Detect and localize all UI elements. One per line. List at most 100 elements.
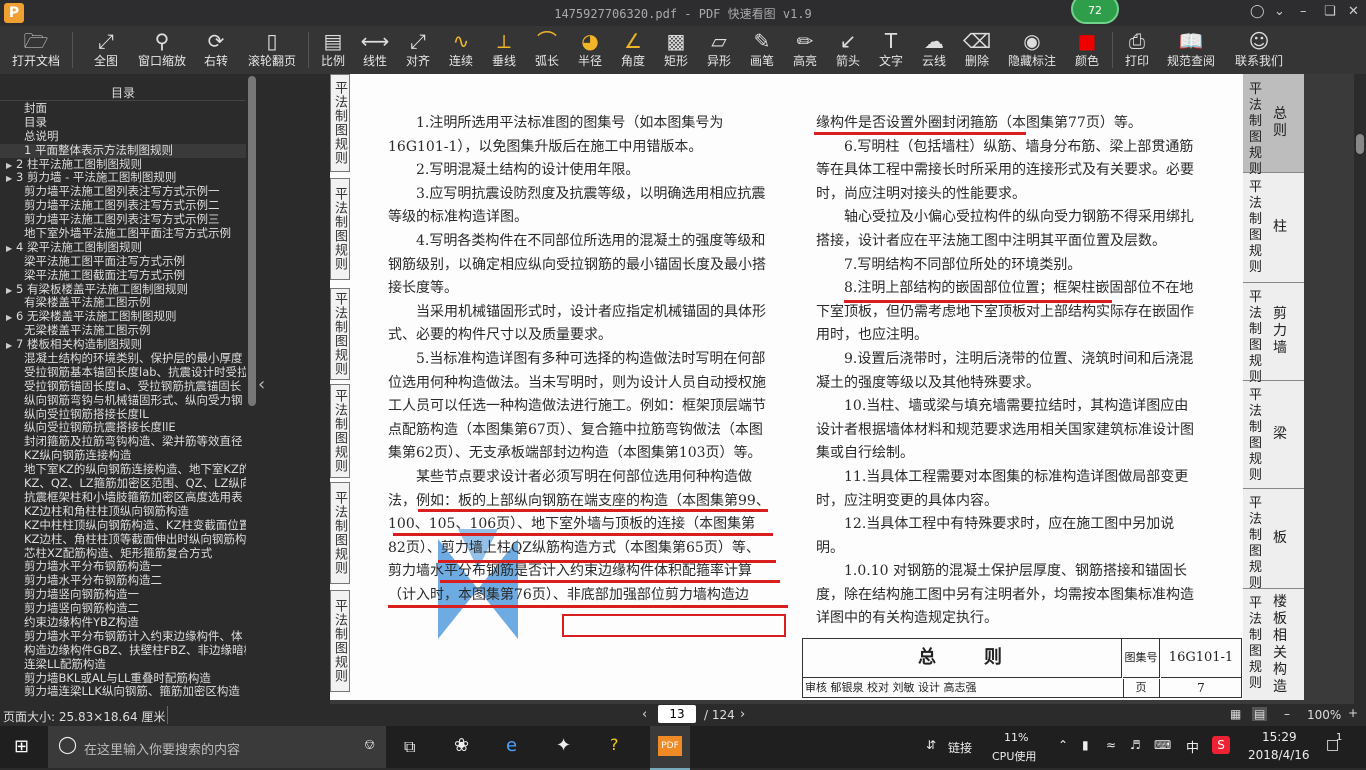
section-tab[interactable]: 平法制图规则 总则	[1243, 74, 1304, 177]
section-tab[interactable]: 平法制图规则梁	[1243, 380, 1304, 489]
color-button[interactable]: ■ 颜色	[1070, 28, 1104, 72]
toc-item[interactable]: KZ、QZ、LZ箍筋加密区范围、QZ、LZ纵向钢	[0, 477, 246, 491]
toc-item[interactable]: 剪力墙水平分布钢筋构造二	[0, 574, 246, 588]
toc-item[interactable]: ▶ 3 剪力墙 - 平法施工图制图规则	[0, 171, 246, 185]
hide-annotation-button[interactable]: ◉ 隐藏标注	[1004, 28, 1060, 72]
linear-button[interactable]: ⟷ 线性	[358, 28, 392, 72]
toc-item[interactable]: 芯柱XZ配筋构造、矩形箍筋复合方式	[0, 547, 246, 561]
toc-item[interactable]: ▶ 7 楼板相关构造制图规则	[0, 338, 246, 352]
taskbar-search-box[interactable]: ◯ 在这里输入你要搜索的内容 ⎊	[48, 726, 386, 768]
arrow-button[interactable]: ↙ 箭头	[831, 28, 865, 72]
toc-scrollbar[interactable]	[248, 76, 256, 406]
toc-item[interactable]: 1 平面整体表示方法制图规则	[0, 143, 246, 158]
section-tab[interactable]: 平法制图规则 剪力墙	[1243, 282, 1304, 385]
toc-item[interactable]: 构造边缘构件GBZ、扶壁柱FBZ、非边缘暗柱	[0, 644, 246, 658]
fit-all-button[interactable]: ⤢ 全图	[86, 28, 126, 72]
angle-button[interactable]: ∠ 角度	[616, 28, 650, 72]
toc-item[interactable]: 剪力墙平法施工图列表注写方式示例一	[0, 185, 246, 199]
collapse-sidebar-icon[interactable]: ‹	[258, 374, 265, 395]
toc-item[interactable]: 约束边缘构件YBZ构造	[0, 616, 246, 630]
toc-item[interactable]: 目录	[0, 116, 246, 130]
sogou-ime-icon[interactable]: S	[1212, 736, 1230, 754]
toc-item[interactable]: 地下室KZ的纵向钢筋连接构造、地下室KZ的	[0, 463, 246, 477]
open-file-button[interactable]: 🗁 打开文档	[8, 28, 64, 72]
restore-button[interactable]: ❏	[1324, 4, 1336, 19]
print-button[interactable]: ⎙ 打印	[1120, 28, 1154, 72]
expand-arrow-icon[interactable]: ▶	[6, 172, 16, 185]
tray-expand-icon[interactable]: ⌃	[1058, 738, 1068, 752]
ime-indicator[interactable]: 中	[1186, 737, 1199, 756]
toc-item[interactable]: ▶ 2 柱平法施工图制图规则	[0, 158, 246, 172]
section-tab[interactable]: 平法制图规则 楼板相关构造	[1243, 588, 1304, 700]
browser-app-icon[interactable]: ✦	[556, 735, 571, 756]
text-button[interactable]: T 文字	[874, 28, 908, 72]
expand-arrow-icon[interactable]: ▶	[6, 311, 16, 324]
radius-button[interactable]: ◕ 半径	[573, 28, 607, 72]
toc-item[interactable]: 连梁LL配筋构造	[0, 658, 246, 672]
toc-item[interactable]: ▶ 6 无梁楼盖平法施工图制图规则	[0, 310, 246, 324]
rotate-right-button[interactable]: ⟳ 右转	[196, 28, 236, 72]
toc-item[interactable]: 剪力墙BKL或AL与LL重叠时配筋构造	[0, 672, 246, 686]
keyboard-icon[interactable]: ⌨	[1154, 738, 1171, 752]
rectangle-button[interactable]: ▩ 矩形	[659, 28, 693, 72]
user-icon[interactable]: ◯	[1250, 4, 1265, 19]
close-button[interactable]: ✕	[1348, 4, 1359, 19]
toc-item[interactable]: 剪力墙平法施工图列表注写方式示例三	[0, 213, 246, 227]
irregular-button[interactable]: ▱ 异形	[702, 28, 736, 72]
toc-item[interactable]: 有梁楼盖平法施工图示例	[0, 296, 246, 310]
cloud-line-button[interactable]: ☁ 云线	[917, 28, 951, 72]
section-tab[interactable]: 平法制图规则板	[1243, 488, 1304, 591]
toc-item[interactable]: 无梁楼盖平法施工图示例	[0, 324, 246, 338]
zoom-out-icon[interactable]: –	[1284, 707, 1290, 721]
tray-scroll-icon[interactable]: ⇵	[926, 738, 936, 752]
toc-item[interactable]: 梁平法施工图平面注写方式示例	[0, 255, 246, 269]
scroll-thumb[interactable]	[1356, 134, 1364, 154]
expand-arrow-icon[interactable]: ▶	[6, 339, 16, 352]
standard-lookup-button[interactable]: 📖 规范查阅	[1162, 28, 1220, 72]
toc-item[interactable]: 受拉钢筋锚固长度la、受拉钢筋抗震锚固长	[0, 380, 246, 394]
viewer-scrollbar[interactable]	[1354, 74, 1366, 704]
expand-arrow-icon[interactable]: ▶	[6, 284, 16, 297]
next-page-icon[interactable]: ›	[740, 707, 745, 722]
scale-button[interactable]: ▤ 比例	[316, 28, 350, 72]
contact-us-button[interactable]: ☺ 联系我们	[1230, 28, 1288, 72]
highlight-button[interactable]: ✏ 高亮	[788, 28, 822, 72]
toc-item[interactable]: ▶ 4 梁平法施工图制图规则	[0, 241, 246, 255]
toc-item[interactable]: KZ边柱、角柱柱顶等截面伸出时纵向钢筋构	[0, 533, 246, 547]
pdf-app-taskbar-button[interactable]: PDF	[650, 726, 690, 770]
volume-icon[interactable]: ♬	[1130, 738, 1141, 752]
menu-chevron-icon[interactable]: ⌄	[1274, 4, 1285, 19]
toc-item[interactable]: 剪力墙竖向钢筋构造一	[0, 588, 246, 602]
prev-page-icon[interactable]: ‹	[642, 707, 647, 722]
wheel-page-button[interactable]: ▯ 滚轮翻页	[244, 28, 300, 72]
aligned-button[interactable]: ⤢ 对齐	[401, 28, 435, 72]
toc-item[interactable]: KZ纵向钢筋连接构造	[0, 449, 246, 463]
perpendicular-button[interactable]: ⟂ 垂线	[487, 28, 521, 72]
toc-item[interactable]: 纵向受拉钢筋搭接长度lL	[0, 408, 246, 422]
toc-item[interactable]: 纵向钢筋弯钩与机械锚固形式、纵向受力钢	[0, 394, 246, 408]
toc-item[interactable]: 剪力墙水平分布钢筋构造一	[0, 560, 246, 574]
expand-arrow-icon[interactable]: ▶	[6, 159, 16, 172]
toc-item[interactable]: 混凝土结构的环境类别、保护层的最小厚度	[0, 352, 246, 366]
arc-length-button[interactable]: ⌒ 弧长	[530, 28, 564, 72]
performance-badge[interactable]: 72	[1071, 0, 1119, 24]
toc-item[interactable]: 剪力墙水平分布钢筋计入约束边缘构件、体	[0, 630, 246, 644]
toc-item[interactable]: 封面	[0, 102, 246, 116]
continuous-button[interactable]: ∿ 连续	[444, 28, 478, 72]
wifi-icon[interactable]: ≈	[1106, 738, 1116, 752]
pen-button[interactable]: ✎ 画笔	[745, 28, 779, 72]
toc-item[interactable]: 纵向受拉钢筋抗震搭接长度llE	[0, 421, 246, 435]
section-tab[interactable]: 平法制图规则柱	[1243, 172, 1304, 283]
toc-item[interactable]: 剪力墙竖向钢筋构造二	[0, 602, 246, 616]
toc-item[interactable]: 地下室外墙平法施工图平面注写方式示例	[0, 227, 246, 241]
microphone-icon[interactable]: ⎊	[364, 737, 375, 753]
continuous-view-icon[interactable]: ▤	[1252, 707, 1268, 721]
toc-item[interactable]: ▶ 5 有梁板楼盖平法施工图制图规则	[0, 283, 246, 297]
toc-item[interactable]: KZ中柱柱顶纵向钢筋构造、KZ柱变截面位置	[0, 519, 246, 533]
minimize-button[interactable]: –	[1300, 4, 1307, 19]
edge-browser-icon[interactable]: e	[506, 735, 517, 756]
help-app-icon[interactable]: ?	[610, 735, 619, 754]
page-number-input[interactable]: 13	[658, 705, 696, 723]
toc-item[interactable]: 受拉钢筋基本锚固长度lab、抗震设计时受拉	[0, 366, 246, 380]
delete-button[interactable]: ⌫ 删除	[960, 28, 994, 72]
